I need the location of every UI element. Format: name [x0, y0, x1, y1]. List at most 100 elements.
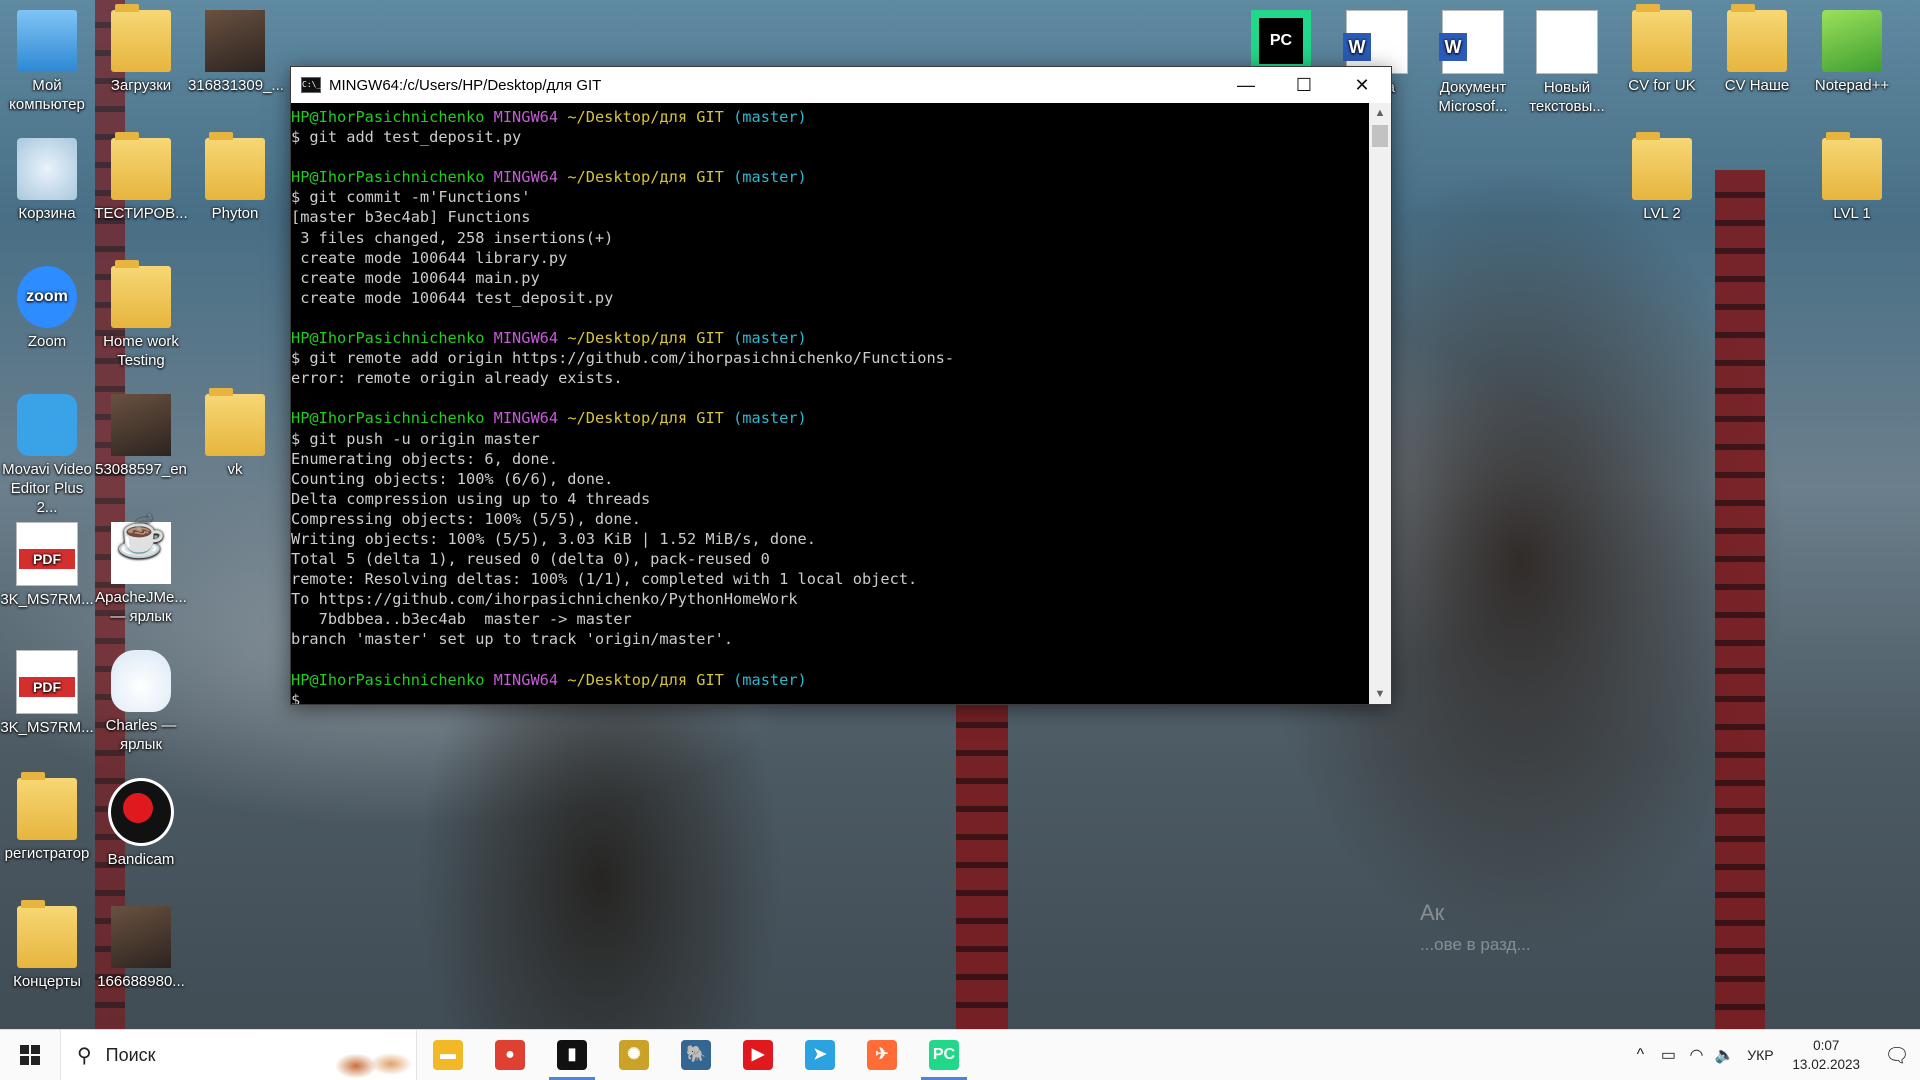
taskbar-app-file-explorer[interactable]: ▬	[417, 1030, 479, 1080]
desktop-icon[interactable]: LVL 1	[1805, 132, 1899, 223]
prompt-user: HP@IhorPasichnichenko	[291, 168, 485, 187]
taskbar-app-postgres[interactable]: 🐘	[665, 1030, 727, 1080]
desktop-icon[interactable]: Phyton	[188, 132, 282, 223]
desktop-icon-label: 53088597_en	[95, 461, 187, 478]
desktop-icon[interactable]: Концерты	[0, 900, 94, 991]
desktop-icon[interactable]: Movavi Video Editor Plus 2...	[0, 394, 94, 517]
desktop-icon-label: CV for UK	[1628, 77, 1696, 94]
terminal-prompt-line: HP@IhorPasichnichenko MINGW64 ~/Desktop/…	[291, 328, 1369, 348]
prompt-path: ~/Desktop/для GIT	[567, 670, 724, 689]
clock-date: 13.02.2023	[1792, 1057, 1860, 1072]
desktop-icon-label: регистратор	[4, 845, 90, 862]
pycharm-icon	[1251, 10, 1311, 72]
clock[interactable]: 0:07 13.02.2023	[1792, 1036, 1860, 1074]
prompt-branch: (master)	[733, 329, 807, 348]
wifi-icon[interactable]: ◠	[1682, 1045, 1710, 1065]
chevron-up-icon[interactable]: ^	[1626, 1046, 1654, 1064]
taskbar-search[interactable]: ⚲ Поиск	[60, 1030, 417, 1080]
maximize-button[interactable]: ☐	[1275, 67, 1333, 103]
taskbar-app-chrome[interactable]: ●	[479, 1030, 541, 1080]
desktop-icon[interactable]: ApacheJMe... — ярлык	[94, 522, 188, 626]
minimize-button[interactable]: —	[1217, 67, 1275, 103]
terminal-scrollbar[interactable]: ▲ ▼	[1369, 103, 1391, 704]
taskbar-app-terminal[interactable]: ▮	[541, 1030, 603, 1080]
volume-icon[interactable]: 🔈	[1710, 1045, 1738, 1065]
desktop-icon-label: Новый текстовы...	[1529, 79, 1605, 115]
clock-time: 0:07	[1813, 1038, 1840, 1053]
folder-icon	[17, 772, 77, 840]
terminal-output[interactable]: HP@IhorPasichnichenko MINGW64 ~/Desktop/…	[291, 103, 1369, 704]
desktop-icon[interactable]: Charles — ярлык	[94, 650, 188, 754]
battery-icon[interactable]: ▭	[1654, 1045, 1682, 1065]
prompt-user: HP@IhorPasichnichenko	[291, 329, 485, 348]
desktop-icon[interactable]: vk	[188, 388, 282, 479]
folder-icon	[1632, 132, 1692, 200]
prompt-path: ~/Desktop/для GIT	[567, 409, 724, 428]
desktop-icon-label: Zoom	[27, 333, 67, 350]
desktop-icon[interactable]: CV Наше	[1710, 4, 1804, 95]
elephant-icon: 🐘	[681, 1040, 711, 1070]
taskbar-app-telegram[interactable]: ➤	[789, 1030, 851, 1080]
folder-icon	[1727, 4, 1787, 72]
terminal-output-line: Delta compression using up to 4 threads	[291, 489, 651, 508]
prompt-shell: MINGW64	[493, 168, 559, 187]
notifications-icon[interactable]: 🗨	[1874, 1043, 1920, 1068]
terminal-app-icon: C:\_	[301, 77, 321, 93]
scroll-down-icon[interactable]: ▼	[1369, 684, 1391, 704]
scroll-thumb[interactable]	[1372, 125, 1388, 147]
desktop-icon[interactable]: ТЕСТИРОВ...	[94, 132, 188, 223]
terminal-output-line: Enumerating objects: 6, done.	[291, 449, 559, 468]
desktop-icon-label: Phyton	[211, 205, 259, 222]
desktop-icon[interactable]: Загрузки	[94, 4, 188, 95]
folder-icon	[1632, 4, 1692, 72]
notepadpp-icon	[1822, 10, 1882, 72]
desktop-icon[interactable]: zoom Zoom	[0, 266, 94, 351]
desktop-icon[interactable]: Home work Testing	[94, 260, 188, 370]
folder-icon	[205, 388, 265, 456]
language-indicator[interactable]: УКР	[1738, 1047, 1782, 1063]
desktop-icon[interactable]: Документ Microsof...	[1426, 10, 1520, 116]
search-highlight-art	[316, 1036, 416, 1080]
start-button[interactable]	[0, 1030, 60, 1080]
desktop-icon[interactable]: Bandicam	[94, 778, 188, 869]
desktop-icon[interactable]: 53088597_en	[94, 394, 188, 479]
desktop-icon-label: Корзина	[18, 205, 76, 222]
desktop-icon-label: Документ Microsof...	[1438, 79, 1508, 115]
desktop-icon[interactable]: 3K_MS7RM...	[0, 522, 94, 609]
desktop-icon[interactable]: Новый текстовы...	[1520, 10, 1614, 116]
terminal-window[interactable]: C:\_ MINGW64:/c/Users/HP/Desktop/для GIT…	[290, 66, 1392, 705]
desktop-icon-label: Home work Testing	[103, 333, 179, 369]
word-icon	[1439, 10, 1504, 74]
desktop-icon[interactable]: Мой компьютер	[0, 10, 94, 114]
pdf-icon	[16, 650, 78, 714]
desktop-icon-label: 166688980...	[97, 973, 185, 990]
desktop-icon[interactable]: Notepad++	[1805, 10, 1899, 95]
desktop-icon[interactable]: 316831309_...	[188, 10, 284, 95]
terminal-output-line: Counting objects: 100% (6/6), done.	[291, 469, 614, 488]
computer-icon	[17, 10, 77, 72]
taskbar-app-media-player[interactable]: ▶	[727, 1030, 789, 1080]
prompt-shell: MINGW64	[493, 108, 559, 126]
folder-icon	[17, 900, 77, 968]
desktop-icon[interactable]: регистратор	[0, 772, 94, 863]
desktop-icon[interactable]: 166688980...	[94, 906, 188, 991]
desktop-icon-label: Charles — ярлык	[105, 717, 177, 753]
desktop-icon-label: 3K_MS7RM...	[0, 591, 94, 608]
desktop-icon[interactable]: LVL 2	[1615, 132, 1709, 223]
window-titlebar[interactable]: C:\_ MINGW64:/c/Users/HP/Desktop/для GIT…	[291, 67, 1391, 103]
taskbar-app-pycharm[interactable]: PC	[913, 1030, 975, 1080]
bandicam-icon	[108, 778, 174, 846]
desktop-icon[interactable]: CV for UK	[1615, 4, 1709, 95]
desktop-icon[interactable]: Корзина	[0, 138, 94, 223]
close-button[interactable]: ✕	[1333, 67, 1391, 103]
taskbar-app-postman[interactable]: ✈	[851, 1030, 913, 1080]
desktop-icon[interactable]: 3K_MS7RM...	[0, 650, 94, 737]
taskbar-app-chatgpt[interactable]: ✺	[603, 1030, 665, 1080]
desktop-icon-label: ТЕСТИРОВ...	[94, 205, 188, 222]
terminal-output-line: 7bdbbea..b3ec4ab master -> master	[291, 610, 632, 629]
terminal-prompt-line: HP@IhorPasichnichenko MINGW64 ~/Desktop/…	[291, 670, 1369, 690]
scroll-up-icon[interactable]: ▲	[1369, 103, 1391, 123]
